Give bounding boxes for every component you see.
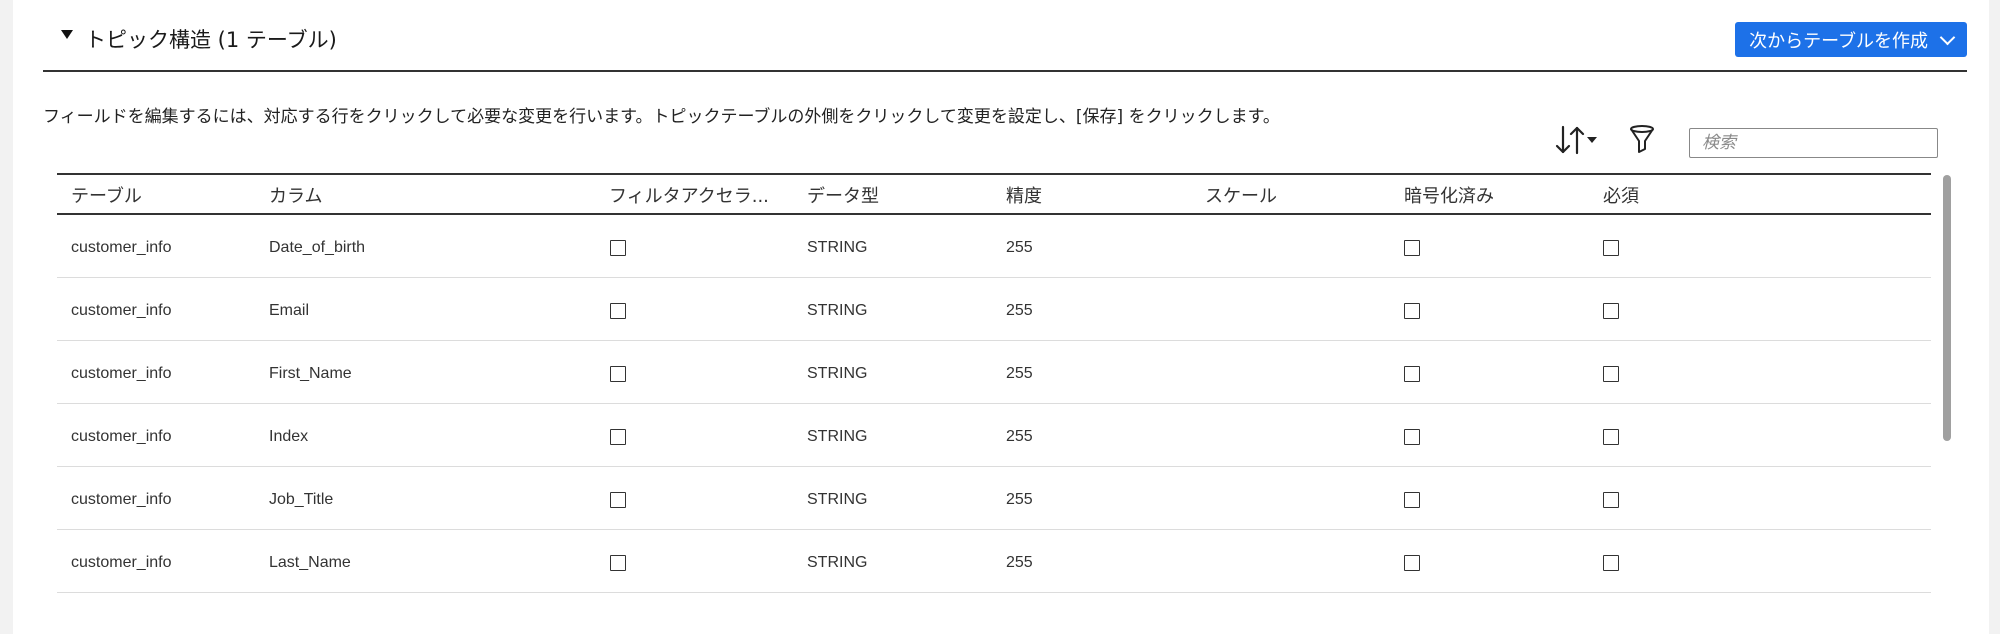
filter-accelerator-checkbox[interactable] [610, 240, 626, 256]
filter-accelerator-checkbox[interactable] [610, 555, 626, 571]
cell-precision: 255 [1006, 554, 1033, 571]
cell-data-type: STRING [807, 491, 868, 508]
cell-scale [1205, 215, 1385, 277]
cell-precision: 255 [1006, 302, 1033, 319]
cell-precision: 255 [1006, 365, 1033, 382]
encrypted-checkbox[interactable] [1404, 429, 1420, 445]
filter-accelerator-checkbox[interactable] [610, 492, 626, 508]
required-checkbox[interactable] [1603, 555, 1619, 571]
sort-icon[interactable] [1554, 124, 1606, 156]
filter-accelerator-checkbox[interactable] [610, 303, 626, 319]
column-header-encrypted[interactable]: 暗号化済み [1404, 175, 1584, 213]
cell-data-type: STRING [807, 554, 868, 571]
cell-required [1603, 530, 1783, 592]
required-checkbox[interactable] [1603, 366, 1619, 382]
encrypted-checkbox[interactable] [1404, 555, 1420, 571]
cell-column: Index [269, 428, 309, 445]
cell-table: customer_info [71, 428, 172, 445]
cell-scale [1205, 467, 1385, 529]
cell-scale [1205, 341, 1385, 403]
table-scrollbar-thumb[interactable] [1943, 175, 1951, 441]
encrypted-checkbox[interactable] [1404, 492, 1420, 508]
cell-precision: 255 [1006, 239, 1033, 256]
cell-encrypted [1404, 341, 1584, 403]
cell-data-type: STRING [807, 365, 868, 382]
table-scrollbar[interactable] [1941, 175, 1951, 595]
cell-data-type: STRING [807, 428, 868, 445]
cell-precision: 255 [1006, 491, 1033, 508]
column-header-table[interactable]: テーブル [71, 175, 251, 213]
table-row[interactable]: customer_info Index STRING 255 [57, 404, 1931, 467]
required-checkbox[interactable] [1603, 240, 1619, 256]
cell-column: Job_Title [269, 491, 334, 508]
table-toolbar [13, 120, 1989, 160]
table-header-row: テーブル カラム フィルタアクセラ... データ型 精度 スケール 暗号化済み … [57, 175, 1931, 215]
table-row[interactable]: customer_info Job_Title STRING 255 [57, 467, 1931, 530]
encrypted-checkbox[interactable] [1404, 303, 1420, 319]
column-header-precision[interactable]: 精度 [1006, 175, 1186, 213]
cell-data-type: STRING [807, 239, 868, 256]
table-row[interactable]: customer_info Date_of_birth STRING 255 [57, 215, 1931, 278]
column-header-filter-accelerator[interactable]: フィルタアクセラ... [609, 175, 785, 213]
cell-column: Email [269, 302, 310, 319]
cell-encrypted [1404, 278, 1584, 340]
table-row[interactable]: customer_info Last_Name STRING 255 [57, 530, 1931, 593]
column-header-scale[interactable]: スケール [1205, 175, 1385, 213]
cell-table: customer_info [71, 302, 172, 319]
cell-required [1603, 278, 1783, 340]
encrypted-checkbox[interactable] [1404, 240, 1420, 256]
filter-icon[interactable] [1628, 124, 1656, 156]
required-checkbox[interactable] [1603, 429, 1619, 445]
cell-encrypted [1404, 404, 1584, 466]
cell-scale [1205, 530, 1385, 592]
cell-required [1603, 341, 1783, 403]
column-header-data-type[interactable]: データ型 [807, 175, 987, 213]
cell-filter-accelerator [610, 341, 786, 403]
cell-table: customer_info [71, 491, 172, 508]
column-header-column[interactable]: カラム [269, 175, 579, 213]
cell-filter-accelerator [610, 530, 786, 592]
required-checkbox[interactable] [1603, 492, 1619, 508]
encrypted-checkbox[interactable] [1404, 366, 1420, 382]
section-header: トピック構造 (1 テーブル) 次からテーブルを作成 [43, 0, 1967, 72]
table-row[interactable]: customer_info First_Name STRING 255 [57, 341, 1931, 404]
caret-down-icon[interactable] [61, 30, 73, 39]
chevron-down-icon [1939, 29, 1956, 45]
cell-required [1603, 404, 1783, 466]
cell-required [1603, 467, 1783, 529]
section-title: トピック構造 (1 テーブル) [85, 28, 337, 52]
create-table-button[interactable]: 次からテーブルを作成 [1735, 22, 1967, 57]
table-row[interactable]: customer_info Email STRING 255 [57, 278, 1931, 341]
cell-column: Date_of_birth [269, 239, 366, 256]
cell-precision: 255 [1006, 428, 1033, 445]
cell-filter-accelerator [610, 467, 786, 529]
filter-accelerator-checkbox[interactable] [610, 429, 626, 445]
cell-column: First_Name [269, 365, 352, 382]
cell-encrypted [1404, 530, 1584, 592]
content-panel: トピック構造 (1 テーブル) 次からテーブルを作成 フィールドを編集するには、… [13, 0, 1989, 634]
cell-filter-accelerator [610, 404, 786, 466]
cell-scale [1205, 404, 1385, 466]
cell-encrypted [1404, 215, 1584, 277]
column-header-required[interactable]: 必須 [1603, 175, 1783, 213]
cell-table: customer_info [71, 239, 172, 256]
cell-table: customer_info [71, 554, 172, 571]
cell-filter-accelerator [610, 278, 786, 340]
cell-required [1603, 215, 1783, 277]
topic-structure-table: テーブル カラム フィルタアクセラ... データ型 精度 スケール 暗号化済み … [57, 173, 1931, 599]
required-checkbox[interactable] [1603, 303, 1619, 319]
cell-filter-accelerator [610, 215, 786, 277]
cell-scale [1205, 278, 1385, 340]
search-input[interactable] [1689, 128, 1938, 158]
cell-data-type: STRING [807, 302, 868, 319]
cell-column: Last_Name [269, 554, 351, 571]
create-table-button-label: 次からテーブルを作成 [1749, 30, 1928, 52]
cell-encrypted [1404, 467, 1584, 529]
filter-accelerator-checkbox[interactable] [610, 366, 626, 382]
cell-table: customer_info [71, 365, 172, 382]
